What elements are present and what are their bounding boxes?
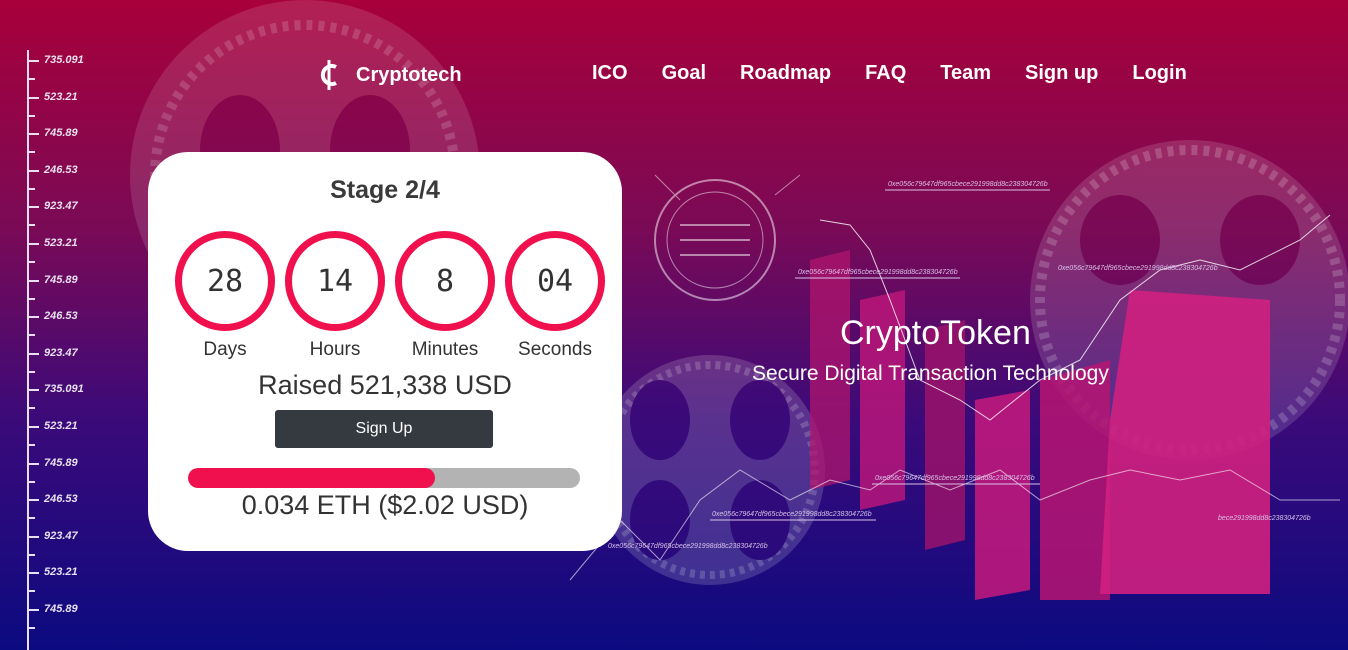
ruler-label: 523.21: [44, 237, 78, 249]
ruler-label: 923.47: [44, 346, 78, 359]
ruler-minor-tick: [27, 334, 35, 337]
ruler-tick: [27, 206, 39, 209]
ruler-tick: [27, 316, 39, 319]
brand-logo[interactable]: Cryptotech: [316, 58, 462, 92]
gear-icon: [595, 355, 825, 585]
timer-value: 8: [395, 231, 495, 331]
ruler-tick: [27, 535, 39, 538]
ruler-minor-tick: [27, 517, 35, 520]
ruler-tick: [27, 279, 39, 282]
nav-login[interactable]: Login: [1132, 62, 1186, 85]
timer-value: 04: [505, 231, 605, 331]
ruler-minor-tick: [27, 590, 35, 593]
ruler-label: 523.21: [44, 566, 78, 579]
hero-title: CryptoToken: [840, 314, 1031, 352]
brand-name: Cryptotech: [356, 63, 462, 86]
ruler-minor-tick: [27, 297, 35, 300]
ruler-tick: [27, 133, 39, 136]
ruler-axis: [27, 50, 29, 650]
nav-sign-up[interactable]: Sign up: [1025, 62, 1098, 85]
ruler-minor-tick: [27, 407, 35, 410]
hash-label: 0xe056c79647df965cbece291998dd8c23830472…: [798, 269, 958, 276]
ruler-label: 745.89: [44, 456, 78, 469]
ruler-label: 523.21: [44, 420, 78, 432]
timer-days: 28 Days: [170, 231, 280, 361]
ruler-tick: [27, 499, 39, 502]
nav-goal[interactable]: Goal: [662, 62, 706, 85]
value-ruler: 735.091 523.21 745.89 246.53 923.47 523.21 745…: [0, 0, 110, 650]
ruler-minor-tick: [27, 370, 35, 373]
timer-hours: 14 Hours: [280, 231, 390, 361]
ruler-tick: [27, 352, 39, 355]
ruler-label: 745.89: [44, 127, 78, 140]
ruler-label: 735.091: [44, 383, 84, 396]
sale-progress-bar: [188, 468, 580, 488]
hash-label: 0xe056c79647df965cbece291998dd8c23830472…: [608, 543, 768, 550]
timer-minutes: 8 Minutes: [390, 231, 500, 361]
main-nav: ICO Goal Roadmap FAQ Team Sign up Login: [592, 62, 1221, 85]
ruler-minor-tick: [27, 224, 35, 227]
ruler-tick: [27, 169, 39, 172]
hash-label: bece291998dd8c238304726b: [1218, 515, 1311, 522]
hash-label: 0xe056c79647df965cbece291998dd8c23830472…: [1058, 265, 1218, 272]
ruler-minor-tick: [27, 553, 35, 556]
ruler-tick: [27, 572, 39, 575]
timer-label: Hours: [309, 339, 361, 360]
ruler-tick: [27, 243, 39, 245]
timer-label: Seconds: [518, 339, 592, 360]
ruler-tick: [27, 609, 39, 611]
ruler-tick: [27, 96, 39, 99]
ruler-tick: [27, 389, 39, 392]
gear-icon: [1030, 140, 1348, 460]
timer-label: Minutes: [411, 339, 479, 360]
ruler-label: 735.091: [44, 54, 84, 66]
ruler-label: 246.53: [44, 310, 78, 323]
ruler-minor-tick: [27, 444, 35, 446]
sign-up-button[interactable]: Sign Up: [275, 410, 493, 448]
hash-label: 0xe056c79647df965cbece291998dd8c23830472…: [888, 181, 1048, 188]
timer-value: 28: [175, 231, 275, 331]
target-graphic: [654, 174, 801, 301]
nav-roadmap[interactable]: Roadmap: [740, 62, 831, 85]
ruler-label: 923.47: [44, 529, 78, 542]
timer-label: Days: [203, 339, 247, 360]
ruler-minor-tick: [27, 480, 35, 483]
ruler-minor-tick: [27, 627, 35, 629]
ruler-tick: [27, 60, 39, 62]
token-price: 0.034 ETH ($2.02 USD): [241, 490, 529, 520]
nav-ico[interactable]: ICO: [592, 62, 628, 85]
bar-graphic: [810, 250, 1270, 600]
ruler-label: 923.47: [44, 200, 78, 213]
nav-faq[interactable]: FAQ: [865, 62, 906, 85]
nav-team[interactable]: Team: [940, 62, 991, 85]
ruler-tick: [27, 462, 39, 465]
cedi-coin-icon: [320, 60, 337, 90]
ruler-label: 745.89: [44, 273, 78, 286]
countdown-timers: 28 Days 14 Hours 8 Minutes 04 Seconds: [170, 231, 610, 361]
ruler-label: 246.53: [44, 163, 78, 176]
hash-label: 0xe056c79647df965cbece291998dd8c23830472…: [712, 511, 872, 518]
price-line: [569, 469, 1340, 581]
timer-value: 14: [285, 231, 385, 331]
ruler-minor-tick: [27, 78, 35, 80]
ruler-minor-tick: [27, 187, 35, 190]
ruler-minor-tick: [27, 261, 35, 263]
ico-countdown-card: Stage 2/4 28 Days 14 Hours 8 Minutes 04 …: [148, 152, 622, 551]
ruler-minor-tick: [27, 114, 35, 117]
hero-subtitle: Secure Digital Transaction Technology: [752, 362, 1109, 385]
hash-label: 0xe056c79647df965cbece291998dd8c23830472…: [875, 475, 1035, 482]
stage-title: Stage 2/4: [330, 176, 440, 204]
ruler-label: 745.89: [44, 603, 78, 615]
raised-amount: Raised 521,338 USD: [258, 370, 512, 400]
ruler-minor-tick: [27, 151, 35, 154]
ruler-label: 523.21: [44, 90, 78, 103]
progress-fill: [188, 468, 435, 488]
timer-seconds: 04 Seconds: [500, 231, 610, 361]
ruler-tick: [27, 426, 39, 428]
ruler-label: 246.53: [44, 493, 78, 506]
